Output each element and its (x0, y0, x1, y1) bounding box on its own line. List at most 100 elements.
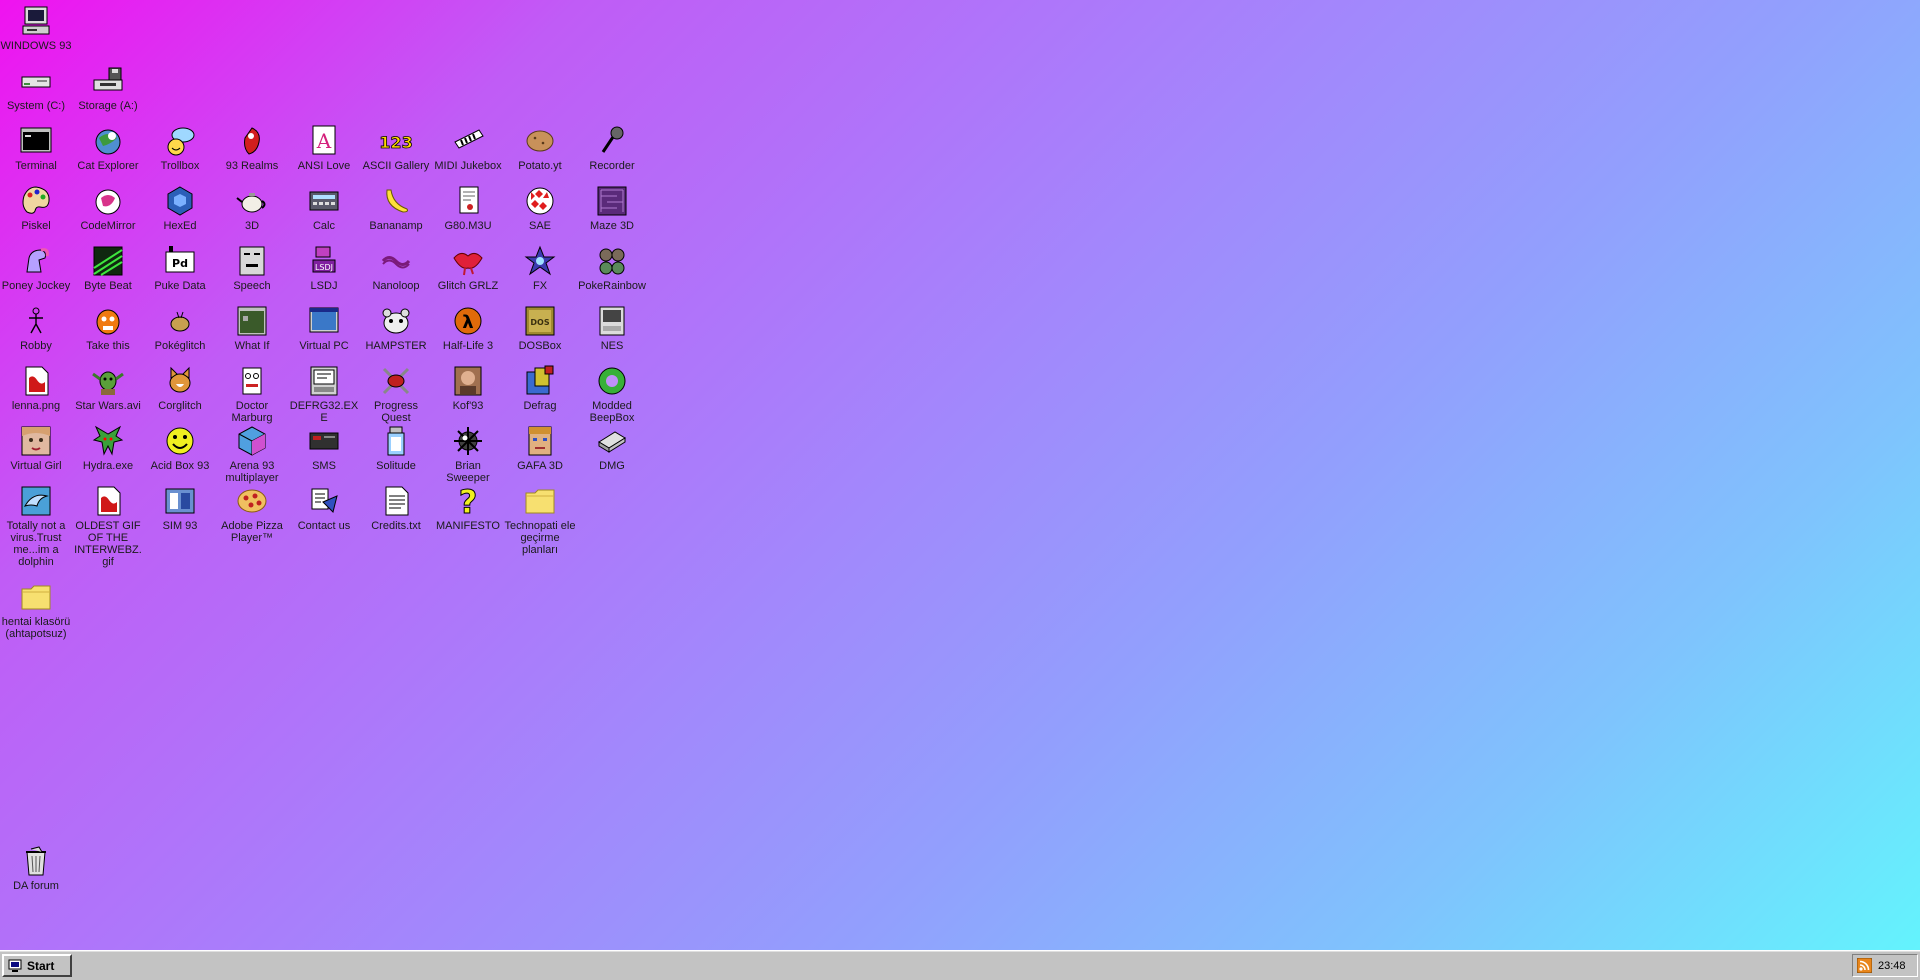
desktop-icon-defrg32-exe[interactable]: DEFRG32.EXE (288, 362, 360, 424)
desktop-icon-robby[interactable]: Robby (0, 302, 72, 352)
playlist-icon (451, 184, 485, 218)
desktop-icon-codemirror[interactable]: CodeMirror (72, 182, 144, 232)
sim-icon (163, 484, 197, 518)
desktop-icon-arena-93-multiplayer[interactable]: Arena 93 multiplayer (216, 422, 288, 484)
desktop-icon-manifesto[interactable]: ? MANIFESTO (432, 482, 504, 532)
desktop-icon-windows-93[interactable]: WINDOWS 93 (0, 2, 72, 52)
desktop-icon-contact-us[interactable]: Contact us (288, 482, 360, 532)
desktop-icon-midi-jukebox[interactable]: MIDI Jukebox (432, 122, 504, 172)
desktop-icon-93-realms[interactable]: 93 Realms (216, 122, 288, 172)
desktop-icon-system-c[interactable]: System (C:) (0, 62, 72, 112)
desktop-icon-ascii-gallery[interactable]: 123 ASCII Gallery (360, 122, 432, 172)
rss-icon[interactable] (1857, 958, 1872, 973)
desktop-icon-solitude[interactable]: Solitude (360, 422, 432, 472)
desktop-icon-progress-quest[interactable]: Progress Quest (360, 362, 432, 424)
microphone-icon (595, 124, 629, 158)
desktop-icon-sms[interactable]: SMS (288, 422, 360, 472)
desktop-icon-totally-not-a-virus-trust-me-im-a-dolphin[interactable]: Totally not a virus.Trust me...im a dolp… (0, 482, 72, 568)
desktop-icon-label: Virtual PC (299, 340, 349, 352)
desktop-icon-potato-yt[interactable]: Potato.yt (504, 122, 576, 172)
desktop-icon-technopati-ele-ge-irme-planlar[interactable]: Technopati ele geçirme planları (504, 482, 576, 556)
pokeglitch-icon (163, 304, 197, 338)
desktop-icon-nanoloop[interactable]: Nanoloop (360, 242, 432, 292)
hexagon-cube-icon (163, 184, 197, 218)
desktop-icon-adobe-pizza-player[interactable]: Adobe Pizza Player™ (216, 482, 288, 544)
desktop-icon-piskel[interactable]: Piskel (0, 182, 72, 232)
desktop-icon-doctor-marburg[interactable]: Doctor Marburg (216, 362, 288, 424)
desktop-icon-da-forum[interactable]: DA forum (0, 842, 72, 892)
calculator-icon (307, 184, 341, 218)
cube-icon (235, 424, 269, 458)
desktop-icon-gafa-3d[interactable]: GAFA 3D (504, 422, 576, 472)
terminal-icon (19, 124, 53, 158)
desktop-icon-terminal[interactable]: Terminal (0, 122, 72, 172)
svg-text:123: 123 (379, 133, 412, 152)
desktop-icon-dmg[interactable]: DMG (576, 422, 648, 472)
desktop-icon-label: Take this (86, 340, 130, 352)
desktop-icon-label: Arena 93 multiplayer (225, 460, 279, 484)
desktop-icon-poney-jockey[interactable]: Poney Jockey (0, 242, 72, 292)
desktop-icon-lenna-png[interactable]: lenna.png (0, 362, 72, 412)
desktop-icon-trollbox[interactable]: Trollbox (144, 122, 216, 172)
desktop-icon-defrag[interactable]: Defrag (504, 362, 576, 412)
desktop-icon-what-if[interactable]: What If (216, 302, 288, 352)
desktop-icon-lsdj[interactable]: LSDJ LSDJ (288, 242, 360, 292)
image-file-icon (19, 364, 53, 398)
desktop-icon-credits-txt[interactable]: Credits.txt (360, 482, 432, 532)
desktop-icon-virtual-girl[interactable]: Virtual Girl (0, 422, 72, 472)
desktop-icon-virtual-pc[interactable]: Virtual PC (288, 302, 360, 352)
desktop-icon-dosbox[interactable]: DOS DOSBox (504, 302, 576, 352)
desktop-icon-corglitch[interactable]: Corglitch (144, 362, 216, 412)
desktop-icon-storage-a[interactable]: Storage (A:) (72, 62, 144, 112)
recycle-bin-icon (19, 844, 53, 878)
banana-icon (379, 184, 413, 218)
desktop-icon-3d[interactable]: 3D (216, 182, 288, 232)
desktop-icon-byte-beat[interactable]: Byte Beat (72, 242, 144, 292)
desktop-icon-ansi-love[interactable]: A ANSI Love (288, 122, 360, 172)
desktop-icon-star-wars-avi[interactable]: Star Wars.avi (72, 362, 144, 412)
desktop-icon-half-life-3[interactable]: λ Half-Life 3 (432, 302, 504, 352)
desktop-icon-sim-93[interactable]: SIM 93 (144, 482, 216, 532)
desktop-icon-hentai-klas-r-ahtapotsuz[interactable]: hentai klasörü (ahtapotsuz) (0, 578, 72, 640)
desktop-icon-g80-m3u[interactable]: G80.M3U (432, 182, 504, 232)
desktop-icon-label: Pokéglitch (154, 340, 206, 352)
desktop-icon-label: Corglitch (158, 400, 202, 412)
desktop-icon-label: Bananamp (369, 220, 423, 232)
desktop-icon-label: Robby (20, 340, 52, 352)
desktop-icon-brian-sweeper[interactable]: Brian Sweeper (432, 422, 504, 484)
desktop-icon-hydra-exe[interactable]: Hydra.exe (72, 422, 144, 472)
take-this-icon (91, 304, 125, 338)
potato-icon (523, 124, 557, 158)
desktop-icon-nes[interactable]: NES (576, 302, 648, 352)
desktop-icon-hexed[interactable]: HexEd (144, 182, 216, 232)
desktop-icon-label: Recorder (589, 160, 635, 172)
virtual-girl-icon (19, 424, 53, 458)
hamster-icon (379, 304, 413, 338)
desktop-icon-maze-3d[interactable]: Maze 3D (576, 182, 648, 232)
desktop-icon-label: Calc (312, 220, 335, 232)
maze-icon (595, 184, 629, 218)
desktop-icon-cat-explorer[interactable]: Cat Explorer (72, 122, 144, 172)
desktop-icon-recorder[interactable]: Recorder (576, 122, 648, 172)
desktop-icon-acid-box-93[interactable]: Acid Box 93 (144, 422, 216, 472)
desktop-icon-glitch-grlz[interactable]: Glitch GRLZ (432, 242, 504, 292)
desktop-icon-bananamp[interactable]: Bananamp (360, 182, 432, 232)
desktop-icon-calc[interactable]: Calc (288, 182, 360, 232)
folder-icon (19, 580, 53, 614)
desktop-icon-speech[interactable]: Speech (216, 242, 288, 292)
svg-text:Pd: Pd (172, 257, 188, 270)
desktop-icon-modded-beepbox[interactable]: Modded BeepBox (576, 362, 648, 424)
desktop-icon-fx[interactable]: FX (504, 242, 576, 292)
desktop-icon-label: SMS (312, 460, 336, 472)
desktop-icon-pok-glitch[interactable]: Pokéglitch (144, 302, 216, 352)
desktop-icon-puke-data[interactable]: Pd Puke Data (144, 242, 216, 292)
desktop-icon-sae[interactable]: SAE (504, 182, 576, 232)
cat-explorer-icon (91, 124, 125, 158)
start-button[interactable]: Start (2, 954, 72, 977)
desktop-icon-kof-93[interactable]: Kof'93 (432, 362, 504, 412)
desktop-icon-oldest-gif-of-the-interwebz-gif[interactable]: OLDEST GIF OF THE INTERWEBZ.gif (72, 482, 144, 568)
desktop-icon-hampster[interactable]: HAMPSTER (360, 302, 432, 352)
desktop-icon-take-this[interactable]: Take this (72, 302, 144, 352)
desktop-icon-pokerainbow[interactable]: PokeRainbow (576, 242, 648, 292)
midi-jukebox-icon (451, 124, 485, 158)
